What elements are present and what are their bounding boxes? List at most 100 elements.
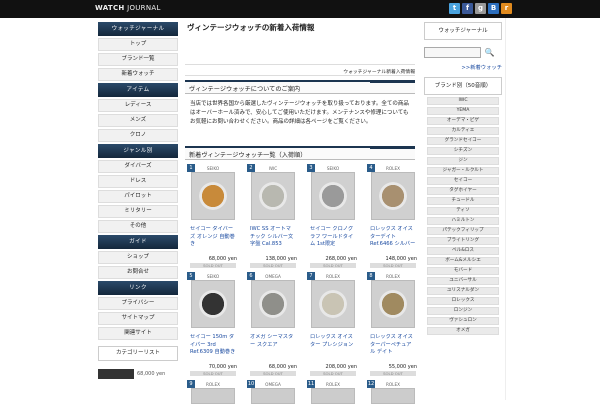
sold-out-badge: SOLD OUT: [190, 263, 236, 268]
sidebar-link[interactable]: お問合せ: [98, 266, 178, 279]
product-card[interactable]: 1 SEIKO セイコー ダイバーズ オレンジ 自動巻き 68,000 yen SOLD…: [187, 164, 239, 272]
rss-icon[interactable]: r: [501, 3, 512, 14]
product-image[interactable]: [191, 172, 235, 220]
product-number: 6: [247, 272, 255, 280]
brand-tag[interactable]: ヴァシュロン: [427, 317, 499, 325]
brand-tag[interactable]: ジン: [427, 157, 499, 165]
product-price: 70,000 yen: [208, 364, 237, 370]
product-card[interactable]: 5 SEIKO セイコー 150m ダイバー 3rd Ref.6309 自動巻き 70…: [187, 272, 239, 380]
brand-tag[interactable]: ハミルトン: [427, 217, 499, 225]
brand-tag[interactable]: グランドセイコー: [427, 137, 499, 145]
sidebar-link[interactable]: パイロット: [98, 190, 178, 203]
sold-out-badge: SOLD OUT: [190, 371, 236, 376]
product-image[interactable]: [371, 388, 415, 404]
brand-tag[interactable]: パテックフィリップ: [427, 227, 499, 235]
product-card-partial[interactable]: 11 ROLEX: [307, 380, 359, 410]
brand-tag[interactable]: ボーム&メルシエ: [427, 257, 499, 265]
brand-tag[interactable]: ユリスナルダン: [427, 287, 499, 295]
brand-tag[interactable]: カルティエ: [427, 127, 499, 135]
product-name-link[interactable]: ロレックス オイスターパーペチュアル デイト: [370, 334, 416, 356]
sidebar-link[interactable]: ショップ: [98, 251, 178, 264]
sidebar-thumb-image[interactable]: [98, 369, 134, 379]
product-image[interactable]: [251, 280, 295, 328]
product-name-link[interactable]: セイコー ダイバーズ オレンジ 自動巻き: [190, 226, 236, 248]
brand-tags: IWC YEMA オーデマ・ピゲ カルティエグランドセイコー シチズンジンジャガー・ルク…: [424, 97, 502, 335]
product-image[interactable]: [311, 280, 355, 328]
brand-tag[interactable]: ティソ: [427, 207, 499, 215]
brand-tag[interactable]: ロレックス: [427, 297, 499, 305]
sidebar-section-heading: アイテム: [98, 83, 178, 97]
product-price: 68,000 yen: [268, 364, 297, 370]
grid-heading: 新着ヴィンテージウォッチ一覧（入荷順）: [185, 146, 415, 160]
product-number: 7: [307, 272, 315, 280]
page-title: ヴィンテージウォッチの新着入荷情報: [187, 23, 315, 32]
product-image[interactable]: [371, 280, 415, 328]
twitter-icon[interactable]: t: [449, 3, 460, 14]
product-name-link[interactable]: ロレックス オイスターデイト Ref.6466 シルバー: [370, 226, 416, 248]
brand-tag[interactable]: シチズン: [427, 147, 499, 155]
brand-tag[interactable]: IWC: [427, 97, 499, 105]
sidebar-link[interactable]: その他: [98, 220, 178, 233]
category-list-box: カテゴリーリスト: [98, 346, 178, 361]
intro-heading: ヴィンテージウォッチについてのご案内: [185, 80, 415, 94]
sidebar-thumb-row[interactable]: 68,000 yen: [98, 367, 178, 381]
sidebar-link[interactable]: ブランド一覧: [98, 53, 178, 66]
product-card[interactable]: 6 OMEGA オメガ シーマスター スクエア 68,000 yen SOLD OUT: [247, 272, 299, 380]
search-icon[interactable]: 🔍: [484, 47, 495, 58]
sidebar-link[interactable]: レディース: [98, 99, 178, 112]
product-name-link[interactable]: オメガ シーマスター スクエア: [250, 334, 296, 356]
product-name-link[interactable]: ロレックス オイスター プレシジョン: [310, 334, 356, 356]
product-card-partial[interactable]: 9 ROLEX: [187, 380, 239, 410]
product-card[interactable]: 2 IWC IWC SS オートマチック シルバー文字盤 Cal.853 138,00…: [247, 164, 299, 272]
new-watches-link[interactable]: >>新着ウォッチ: [424, 63, 502, 71]
product-image[interactable]: [251, 388, 295, 404]
product-image[interactable]: [311, 172, 355, 220]
sold-out-badge: SOLD OUT: [310, 263, 356, 268]
brand-tag[interactable]: オーデマ・ピゲ: [427, 117, 499, 125]
hatena-icon[interactable]: B: [488, 3, 499, 14]
product-price: 55,000 yen: [388, 364, 417, 370]
search-form: 🔍: [424, 47, 502, 58]
sidebar-link[interactable]: プライバシー: [98, 297, 178, 310]
sidebar-link[interactable]: ドレス: [98, 175, 178, 188]
brand-tag[interactable]: モバード: [427, 267, 499, 275]
product-card[interactable]: 4 ROLEX ロレックス オイスターデイト Ref.6466 シルバー 148,00…: [367, 164, 419, 272]
facebook-icon[interactable]: f: [462, 3, 473, 14]
brand-tag[interactable]: チュードル: [427, 197, 499, 205]
googleplus-icon[interactable]: g: [475, 3, 486, 14]
sidebar-link[interactable]: メンズ: [98, 114, 178, 127]
product-image[interactable]: [251, 172, 295, 220]
product-number: 2: [247, 164, 255, 172]
brand-tag[interactable]: タグホイヤー: [427, 187, 499, 195]
sidebar-link[interactable]: クロノ: [98, 129, 178, 142]
product-card-partial[interactable]: 12 ROLEX: [367, 380, 419, 410]
sidebar-link[interactable]: サイトマップ: [98, 312, 178, 325]
product-image[interactable]: [191, 280, 235, 328]
brand-tag[interactable]: ユニバーサル: [427, 277, 499, 285]
product-image[interactable]: [311, 388, 355, 404]
product-name-link[interactable]: セイコー クロノグラフ ワールドタイム 1st限定: [310, 226, 356, 248]
product-card-partial[interactable]: 10 OMEGA: [247, 380, 299, 410]
sidebar-link[interactable]: ミリタリー: [98, 205, 178, 218]
product-card[interactable]: 7 ROLEX ロレックス オイスター プレシジョン 208,000 yen SOLD …: [307, 272, 359, 380]
product-image[interactable]: [191, 388, 235, 404]
sidebar-link[interactable]: 関連サイト: [98, 327, 178, 340]
product-image[interactable]: [371, 172, 415, 220]
sidebar-link[interactable]: ダイバーズ: [98, 160, 178, 173]
brand-tag[interactable]: セイコー: [427, 177, 499, 185]
site-logo[interactable]: WATCH JOURNAL: [95, 4, 161, 12]
main-content: ヴィンテージウォッチの新着入荷情報 ウォッチジャーナル新着入荷情報 ヴィンテージ…: [185, 22, 417, 410]
brand-tag[interactable]: YEMA: [427, 107, 499, 115]
brand-tag[interactable]: ロンジン: [427, 307, 499, 315]
brand-tag[interactable]: ベル&ロス: [427, 247, 499, 255]
product-card[interactable]: 3 SEIKO セイコー クロノグラフ ワールドタイム 1st限定 268,000 y…: [307, 164, 359, 272]
sidebar-link[interactable]: トップ: [98, 38, 178, 51]
product-name-link[interactable]: セイコー 150m ダイバー 3rd Ref.6309 自動巻き: [190, 334, 236, 356]
search-input[interactable]: [424, 47, 481, 58]
brand-tag[interactable]: ジャガー・ルクルト: [427, 167, 499, 175]
brand-tag[interactable]: ブライトリング: [427, 237, 499, 245]
product-name-link[interactable]: IWC SS オートマチック シルバー文字盤 Cal.853: [250, 226, 296, 248]
brand-tag[interactable]: オメガ: [427, 327, 499, 335]
sidebar-link[interactable]: 新着ウォッチ: [98, 68, 178, 81]
product-card[interactable]: 8 ROLEX ロレックス オイスターパーペチュアル デイト 55,000 yen SO…: [367, 272, 419, 380]
